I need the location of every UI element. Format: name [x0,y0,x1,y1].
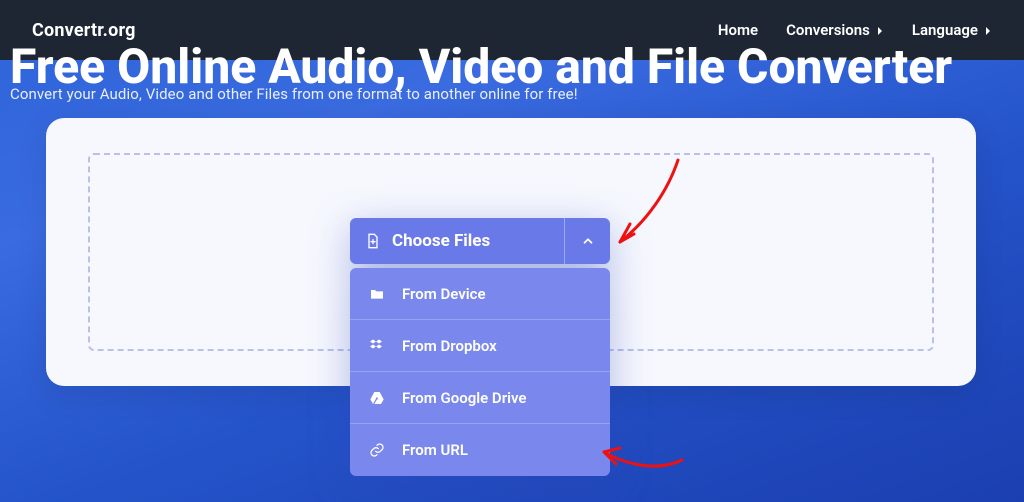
nav-home-label: Home [718,21,758,39]
choose-files-label: Choose Files [392,231,490,251]
chevron-right-icon [986,27,990,35]
nav-language-label: Language [912,21,978,39]
choose-files-group: Choose Files From Device From Dropbox Fr… [350,218,610,476]
choose-files-caret[interactable] [564,218,610,264]
menu-item-dropbox-label: From Dropbox [402,337,497,355]
nav-language[interactable]: Language [912,21,992,39]
menu-item-dropbox[interactable]: From Dropbox [350,320,610,372]
nav-links: Home Conversions Language [718,21,992,39]
menu-item-gdrive[interactable]: From Google Drive [350,372,610,424]
nav-home[interactable]: Home [718,21,758,39]
menu-item-url-label: From URL [402,441,468,459]
google-drive-icon [368,389,386,407]
folder-icon [368,285,386,303]
chevron-up-icon [581,234,595,248]
page-subtitle: Convert your Audio, Video and other File… [10,85,578,103]
link-icon [368,441,386,459]
file-add-icon [364,232,382,250]
menu-item-device-label: From Device [402,285,486,303]
menu-item-device[interactable]: From Device [350,268,610,320]
nav-conversions-label: Conversions [786,21,870,39]
dropbox-icon [368,337,386,355]
menu-item-gdrive-label: From Google Drive [402,389,526,407]
choose-files-button[interactable]: Choose Files [350,218,564,264]
chevron-right-icon [878,27,882,35]
menu-item-url[interactable]: From URL [350,424,610,476]
source-menu: From Device From Dropbox From Google Dri… [350,268,610,476]
nav-conversions[interactable]: Conversions [786,21,884,39]
